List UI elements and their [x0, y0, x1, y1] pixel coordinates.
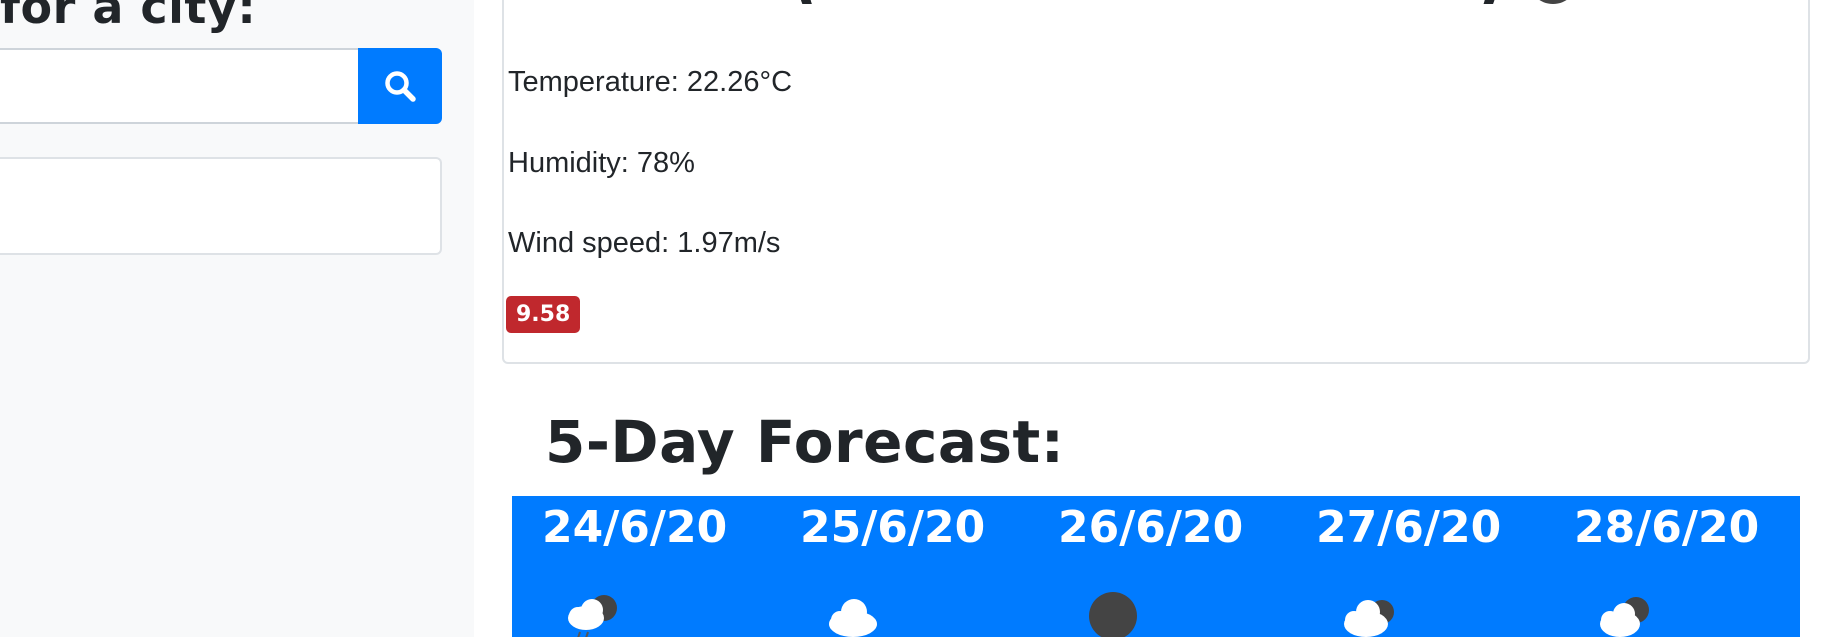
forecast-day: 24/6/20 — [512, 496, 727, 637]
city-heading-cutoff: ( ) — [584, 0, 1835, 4]
forecast-date: 27/6/20 — [1316, 502, 1502, 553]
search-button[interactable] — [358, 48, 442, 124]
wind-speed-label: Wind speed: 1.97m/s — [508, 227, 781, 259]
forecast-date: 28/6/20 — [1574, 502, 1760, 553]
cloud-icon — [829, 599, 877, 637]
search-history-list[interactable] — [0, 157, 442, 255]
forecast-day: 28/6/20 — [1544, 496, 1759, 637]
sidebar-title: for a city: — [0, 0, 257, 34]
city-search-input[interactable] — [0, 48, 360, 124]
sidebar: for a city: — [0, 0, 474, 637]
temperature-label: Temperature: 22.26°C — [508, 66, 793, 98]
rain-cloud-icon — [568, 595, 617, 637]
forecast-date: 25/6/20 — [800, 502, 986, 553]
dark-circle-icon — [1089, 592, 1137, 637]
search-icon — [385, 71, 416, 102]
forecast-strip: 24/6/20 25/6/20 26/6/20 27/6/20 28/6/20 — [512, 496, 1800, 637]
humidity-label: Humidity: 78% — [508, 147, 695, 179]
forecast-day: 26/6/20 — [1028, 496, 1243, 637]
forecast-day: 25/6/20 — [770, 496, 985, 637]
heading-fragment: ) — [1474, 0, 1501, 4]
forecast-day: 27/6/20 — [1286, 496, 1501, 637]
heading-fragment: ( — [794, 0, 821, 4]
current-weather-card: ( ) Temperature: 22.26°C Humidity: 78% W… — [502, 0, 1810, 364]
forecast-title: 5-Day Forecast: — [545, 408, 1065, 476]
uv-index-badge: 9.58 — [506, 296, 581, 333]
dark-cloud-icon — [1344, 600, 1394, 637]
forecast-date: 24/6/20 — [542, 502, 728, 553]
weather-icon — [1528, 0, 1578, 4]
forecast-date: 26/6/20 — [1058, 502, 1244, 553]
partly-cloudy-icon — [1600, 597, 1649, 637]
